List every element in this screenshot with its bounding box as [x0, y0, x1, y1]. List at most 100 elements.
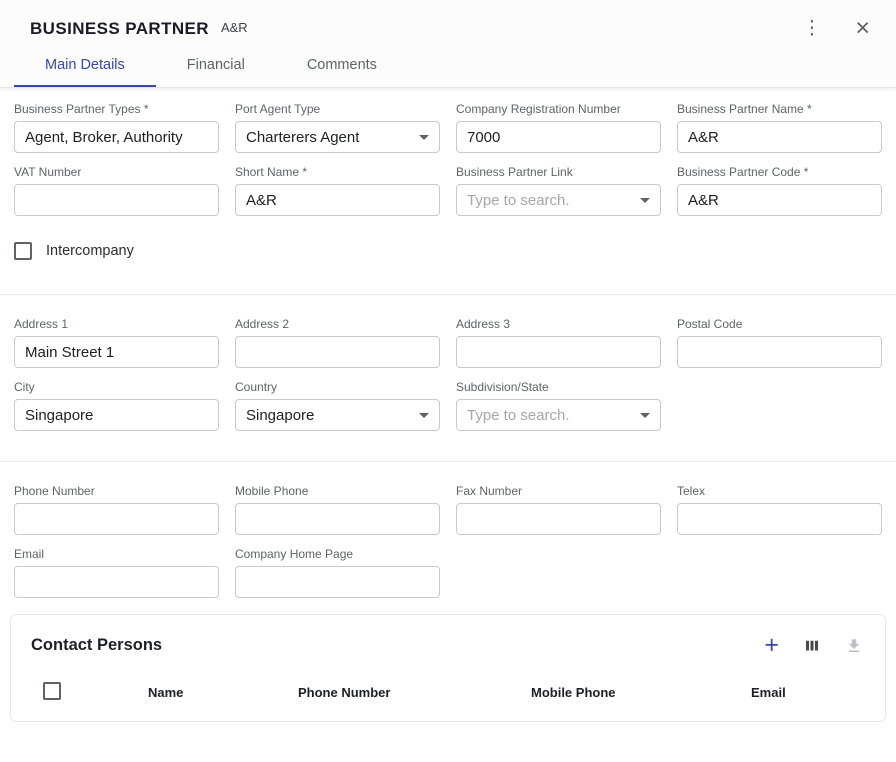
postal-code-input[interactable] — [677, 336, 882, 368]
select-all-cell — [11, 682, 148, 703]
subdivision-state-label: Subdivision/State — [456, 380, 661, 394]
empty-cell — [677, 380, 882, 431]
contact-persons-header: Contact Persons + — [11, 615, 885, 670]
field-postal-code: Postal Code — [677, 317, 882, 368]
field-short-name: Short Name * — [235, 165, 440, 216]
field-business-partner-name: Business Partner Name * — [677, 102, 882, 153]
address-3-label: Address 3 — [456, 317, 661, 331]
city-label: City — [14, 380, 219, 394]
intercompany-label: Intercompany — [46, 243, 134, 259]
company-registration-number-input[interactable] — [456, 121, 661, 153]
mobile-phone-label: Mobile Phone — [235, 484, 440, 498]
add-contact-button[interactable]: + — [764, 633, 779, 658]
chevron-down-icon — [640, 413, 650, 418]
select-all-checkbox[interactable] — [43, 682, 61, 700]
email-field[interactable] — [14, 566, 219, 598]
company-home-page-label: Company Home Page — [235, 547, 440, 561]
chevron-down-icon — [419, 135, 429, 140]
title-row: BUSINESS PARTNER A&R ⋮ × — [0, 0, 896, 45]
business-partner-link-label: Business Partner Link — [456, 165, 661, 179]
business-partner-link-placeholder: Type to search. — [467, 192, 570, 209]
contact-persons-title: Contact Persons — [31, 636, 162, 655]
telex-input[interactable] — [677, 503, 882, 535]
fax-number-label: Fax Number — [456, 484, 661, 498]
column-header-phone-number: Phone Number — [298, 685, 531, 700]
dialog-header: BUSINESS PARTNER A&R ⋮ × Main Details Fi… — [0, 0, 896, 88]
fax-number-input[interactable] — [456, 503, 661, 535]
empty-cell — [677, 547, 882, 598]
field-address-2: Address 2 — [235, 317, 440, 368]
header-actions: ⋮ × — [796, 16, 874, 41]
address-section: Address 1 Address 2 Address 3 Postal Cod… — [0, 295, 896, 431]
column-header-mobile-phone: Mobile Phone — [531, 685, 751, 700]
address-1-label: Address 1 — [14, 317, 219, 331]
field-fax-number: Fax Number — [456, 484, 661, 535]
column-header-name: Name — [148, 685, 298, 700]
field-phone-number: Phone Number — [14, 484, 219, 535]
email-label: Email — [14, 547, 219, 561]
phone-number-label: Phone Number — [14, 484, 219, 498]
identity-section: Business Partner Types * Port Agent Type… — [0, 88, 896, 216]
tab-comments[interactable]: Comments — [276, 45, 408, 87]
tab-financial[interactable]: Financial — [156, 45, 276, 87]
business-partner-types-input[interactable] — [14, 121, 219, 153]
vat-number-input[interactable] — [14, 184, 219, 216]
business-partner-link-select[interactable]: Type to search. — [456, 184, 661, 216]
tab-main-details[interactable]: Main Details — [14, 45, 156, 87]
business-partner-name-input[interactable] — [677, 121, 882, 153]
address-1-input[interactable] — [14, 336, 219, 368]
page-subtitle: A&R — [221, 20, 248, 35]
field-email: Email — [14, 547, 219, 598]
columns-icon[interactable] — [803, 637, 821, 655]
field-port-agent-type: Port Agent Type Charterers Agent — [235, 102, 440, 153]
contact-persons-table-header: Name Phone Number Mobile Phone Email — [11, 670, 885, 721]
download-icon[interactable] — [845, 637, 863, 655]
field-company-home-page: Company Home Page — [235, 547, 440, 598]
phone-number-input[interactable] — [14, 503, 219, 535]
kebab-menu-icon[interactable]: ⋮ — [796, 17, 827, 40]
field-company-registration-number: Company Registration Number — [456, 102, 661, 153]
field-telex: Telex — [677, 484, 882, 535]
intercompany-row: Intercompany — [0, 242, 896, 260]
business-partner-code-input[interactable] — [677, 184, 882, 216]
postal-code-label: Postal Code — [677, 317, 882, 331]
empty-cell — [456, 547, 661, 598]
port-agent-type-value: Charterers Agent — [246, 129, 359, 146]
address-2-label: Address 2 — [235, 317, 440, 331]
contact-persons-actions: + — [764, 633, 863, 658]
subdivision-state-select[interactable]: Type to search. — [456, 399, 661, 431]
vat-number-label: VAT Number — [14, 165, 219, 179]
chevron-down-icon — [640, 198, 650, 203]
field-address-1: Address 1 — [14, 317, 219, 368]
field-business-partner-code: Business Partner Code * — [677, 165, 882, 216]
company-home-page-input[interactable] — [235, 566, 440, 598]
address-3-input[interactable] — [456, 336, 661, 368]
field-business-partner-link: Business Partner Link Type to search. — [456, 165, 661, 216]
subdivision-state-placeholder: Type to search. — [467, 407, 570, 424]
field-city: City — [14, 380, 219, 431]
field-vat-number: VAT Number — [14, 165, 219, 216]
page-title: BUSINESS PARTNER — [30, 19, 209, 39]
field-address-3: Address 3 — [456, 317, 661, 368]
business-partner-types-label: Business Partner Types * — [14, 102, 219, 116]
field-business-partner-types: Business Partner Types * — [14, 102, 219, 153]
field-country: Country Singapore — [235, 380, 440, 431]
mobile-phone-input[interactable] — [235, 503, 440, 535]
contact-info-section: Phone Number Mobile Phone Fax Number Tel… — [0, 462, 896, 598]
close-icon[interactable]: × — [851, 16, 874, 41]
port-agent-type-select[interactable]: Charterers Agent — [235, 121, 440, 153]
column-header-email: Email — [751, 685, 885, 700]
intercompany-checkbox[interactable] — [14, 242, 32, 260]
field-subdivision-state: Subdivision/State Type to search. — [456, 380, 661, 431]
country-label: Country — [235, 380, 440, 394]
country-value: Singapore — [246, 407, 314, 424]
address-2-input[interactable] — [235, 336, 440, 368]
company-registration-number-label: Company Registration Number — [456, 102, 661, 116]
telex-label: Telex — [677, 484, 882, 498]
tab-bar: Main Details Financial Comments — [14, 45, 896, 87]
business-partner-code-label: Business Partner Code * — [677, 165, 882, 179]
country-select[interactable]: Singapore — [235, 399, 440, 431]
short-name-input[interactable] — [235, 184, 440, 216]
city-input[interactable] — [14, 399, 219, 431]
business-partner-name-label: Business Partner Name * — [677, 102, 882, 116]
